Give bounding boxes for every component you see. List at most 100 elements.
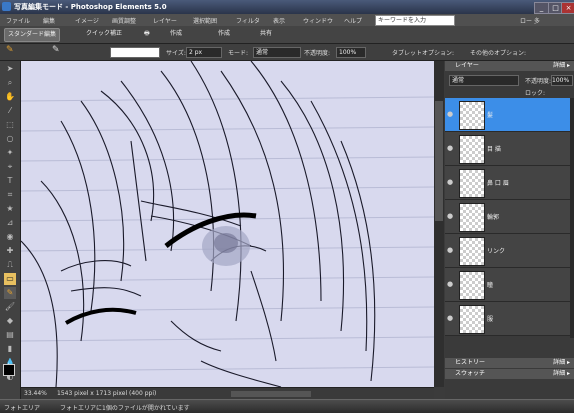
- history-panel-header[interactable]: ヒストリー 詳細 ▸: [445, 358, 574, 368]
- scroll-thumb[interactable]: [435, 101, 443, 221]
- menu-edit[interactable]: 編集: [43, 16, 55, 25]
- paint-bucket-icon[interactable]: ◆: [4, 315, 16, 327]
- menu-layer[interactable]: レイヤー: [153, 16, 177, 25]
- layer-thumbnail: [459, 169, 485, 198]
- lasso-tool-icon[interactable]: ○: [4, 133, 16, 145]
- create-button-2[interactable]: 作成: [218, 28, 230, 40]
- layer-opacity-field[interactable]: 100%: [551, 75, 573, 86]
- layers-panel: レイヤー 詳細 ▸ 通常 不透明度: 100% ロック: ● 髪 ● 目 描 ● 鼻 口 …: [445, 61, 574, 399]
- visibility-eye-icon[interactable]: ●: [447, 280, 455, 288]
- blend-mode-select[interactable]: 通常: [449, 75, 519, 86]
- canvas-vertical-scrollbar[interactable]: [434, 61, 444, 387]
- menu-enhance[interactable]: 画質調整: [112, 16, 136, 25]
- layer-thumbnail: [459, 237, 485, 266]
- clone-stamp-icon[interactable]: ⎍: [4, 259, 16, 271]
- layer-row[interactable]: ● 髪: [445, 98, 570, 132]
- visibility-eye-icon[interactable]: ●: [447, 178, 455, 186]
- swatches-panel-header[interactable]: スウォッチ 詳細 ▸: [445, 369, 574, 379]
- layer-thumbnail: [459, 135, 485, 164]
- layer-row[interactable]: ● 鼻 口 眉: [445, 166, 570, 200]
- tablet-options-label[interactable]: タブレットオプション:: [392, 48, 454, 57]
- photo-bin-bar: フォトエリア フォトエリアに1個のファイルが開かれています: [0, 399, 574, 413]
- menu-file[interactable]: ファイル: [6, 16, 30, 25]
- red-eye-tool-icon[interactable]: ◉: [4, 231, 16, 243]
- swatches-title: スウォッチ: [455, 370, 486, 377]
- gradient-tool-icon[interactable]: ▤: [4, 329, 16, 341]
- cookie-cutter-icon[interactable]: ★: [4, 203, 16, 215]
- brush-preset-icon[interactable]: ✎: [52, 45, 60, 55]
- print-button[interactable]: 🖶: [144, 28, 150, 40]
- layer-row[interactable]: ● 目 描: [445, 132, 570, 166]
- minimize-button[interactable]: _: [534, 2, 549, 14]
- create-button[interactable]: 作成: [170, 28, 182, 40]
- layer-name: 服: [487, 316, 494, 323]
- size-field[interactable]: 2 px: [186, 47, 222, 58]
- swatches-detail[interactable]: 詳細 ▸: [553, 369, 570, 379]
- layer-row[interactable]: ● リンク: [445, 234, 570, 268]
- zoom-tool-icon[interactable]: ⌕: [4, 77, 16, 89]
- selection-brush-icon[interactable]: ⌖: [4, 161, 16, 173]
- straighten-tool-icon[interactable]: ⊿: [4, 217, 16, 229]
- healing-brush-icon[interactable]: ✚: [4, 245, 16, 257]
- layer-opacity-label: 不透明度:: [525, 78, 552, 85]
- layer-thumbnail: [459, 271, 485, 300]
- canvas-horizontal-scrollbar[interactable]: [231, 391, 311, 397]
- share-button[interactable]: 共有: [260, 28, 272, 40]
- layers-panel-header[interactable]: レイヤー 詳細 ▸: [445, 61, 574, 71]
- menu-view[interactable]: 表示: [273, 16, 285, 25]
- layer-thumbnail: [459, 203, 485, 232]
- zoom-level: 33.44%: [24, 390, 47, 397]
- sketch-drawing: [21, 61, 434, 387]
- layers-title: レイヤー: [455, 62, 479, 69]
- tab-quick-fix[interactable]: クイック補正: [86, 28, 122, 40]
- hand-tool-icon[interactable]: ✋: [4, 91, 16, 103]
- other-options-label[interactable]: その他のオプション:: [470, 48, 526, 57]
- layers-scrollbar[interactable]: [570, 98, 574, 338]
- layers-detail[interactable]: 詳細 ▸: [553, 61, 570, 71]
- visibility-eye-icon[interactable]: ●: [447, 144, 455, 152]
- document-canvas[interactable]: [21, 61, 434, 387]
- visibility-eye-icon[interactable]: ●: [447, 212, 455, 220]
- move-tool-icon[interactable]: ➤: [4, 63, 16, 75]
- brush-preview[interactable]: [110, 47, 160, 58]
- mode-select[interactable]: 通常: [253, 47, 301, 58]
- eyedropper-tool-icon[interactable]: ⁄: [4, 105, 16, 117]
- layer-row[interactable]: ● 瞳: [445, 268, 570, 302]
- layer-name: 髪: [487, 112, 494, 119]
- history-title: ヒストリー: [455, 359, 486, 366]
- eraser-tool-icon[interactable]: ▭: [4, 273, 16, 285]
- shape-tool-icon[interactable]: ▮: [4, 343, 16, 355]
- menu-help[interactable]: ヘルプ: [344, 16, 362, 25]
- visibility-eye-icon[interactable]: ●: [447, 110, 455, 118]
- menu-select[interactable]: 選択範囲: [193, 16, 217, 25]
- title-bar: 写真編集モード - Photoshop Elements 5.0 _ □ ×: [0, 0, 574, 14]
- layer-row[interactable]: ● 輪郭: [445, 200, 570, 234]
- visibility-eye-icon[interactable]: ●: [447, 246, 455, 254]
- brush-tool-icon[interactable]: 🖌: [4, 301, 16, 313]
- tab-standard-edit[interactable]: スタンダード編集: [4, 28, 61, 42]
- menu-right-label: ロー 多: [520, 18, 540, 25]
- pencil-tool-icon-active[interactable]: ✎: [4, 287, 16, 299]
- layer-name: 輪郭: [487, 214, 500, 221]
- menu-image[interactable]: イメージ: [75, 16, 99, 25]
- opacity-label: 不透明度:: [304, 50, 331, 57]
- menu-window[interactable]: ウィンドウ: [303, 16, 333, 25]
- menu-filter[interactable]: フィルタ: [236, 16, 260, 25]
- search-input[interactable]: キーワードを入力: [375, 15, 455, 26]
- foreground-color-swatch[interactable]: [3, 364, 15, 376]
- type-tool-icon[interactable]: T: [4, 175, 16, 187]
- app-icon: [2, 2, 11, 11]
- layer-row[interactable]: ● 服: [445, 302, 570, 336]
- visibility-eye-icon[interactable]: ●: [447, 314, 455, 322]
- toolbox: ➤ ⌕ ✋ ⁄ ⬚ ○ ✦ ⌖ T ⌗ ★ ⊿ ◉ ✚ ⎍ ▭ ✎ 🖌 ◆ ▤ …: [0, 61, 21, 399]
- opacity-field[interactable]: 100%: [336, 47, 366, 58]
- crop-tool-icon[interactable]: ⌗: [4, 189, 16, 201]
- marquee-tool-icon[interactable]: ⬚: [4, 119, 16, 131]
- photo-bin-label[interactable]: フォトエリア: [4, 403, 40, 412]
- layer-name: リンク: [487, 248, 506, 255]
- close-button[interactable]: ×: [561, 2, 574, 14]
- magic-wand-tool-icon[interactable]: ✦: [4, 147, 16, 159]
- layer-name: 瞳: [487, 282, 494, 289]
- history-detail[interactable]: 詳細 ▸: [553, 358, 570, 368]
- mode-label: モード:: [228, 50, 249, 57]
